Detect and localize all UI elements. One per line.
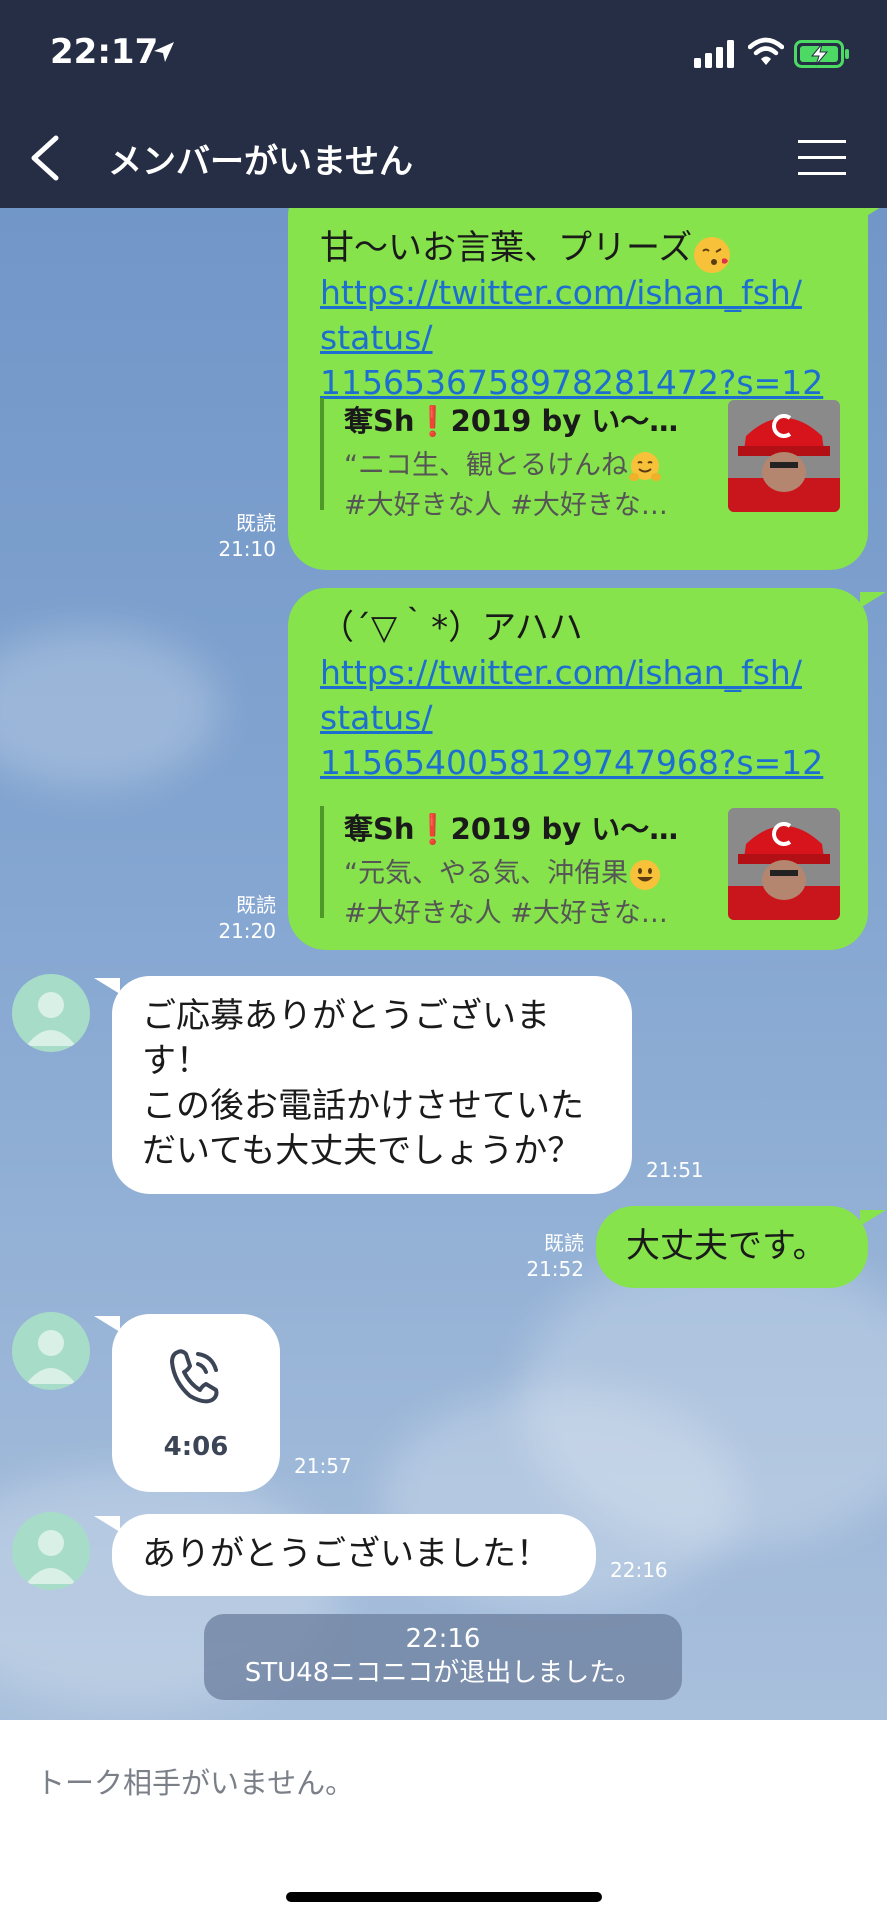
message-link[interactable]: status/	[320, 695, 860, 740]
outgoing-message-bubble[interactable]: （´▽｀*）アハハ https://twitter.com/ishan_fsh/…	[288, 588, 868, 950]
default-avatar-icon	[26, 992, 76, 1046]
message-meta: 既読 21:10	[200, 510, 276, 562]
call-message-bubble[interactable]: 4:06	[112, 1314, 280, 1492]
system-message-time: 22:16	[405, 1624, 481, 1654]
link-preview[interactable]: 奪Sh❗️2019 by い〜… “ニコ生、観とるけんね #大好きな人 #大好き…	[320, 398, 724, 521]
home-indicator[interactable]	[286, 1892, 602, 1902]
message-text: ありがとうございました！	[142, 1534, 550, 1574]
message-text: 大丈夫です。	[626, 1226, 827, 1266]
outgoing-message-bubble[interactable]: 大丈夫です。	[596, 1206, 868, 1288]
message-text: 甘〜いお言葉、プリーズ	[320, 228, 693, 268]
message-meta: 既読 21:20	[200, 892, 276, 944]
message-line: す！	[142, 1041, 210, 1081]
system-message-text: STU48ニコニコが退出しました。	[244, 1658, 642, 1688]
cloud-decoration	[0, 628, 220, 788]
bubble-tail	[94, 1316, 120, 1332]
message-meta: 既読 21:52	[508, 1230, 584, 1282]
message-line: ご応募ありがとうございま	[142, 996, 550, 1036]
bubble-tail	[860, 1210, 886, 1226]
chat-header: メンバーがいません	[0, 108, 887, 208]
avatar[interactable]	[12, 1312, 90, 1390]
hugging-face-emoji-icon	[629, 451, 661, 481]
message-time: 21:57	[294, 1454, 352, 1478]
message-link[interactable]: https://twitter.com/ishan_fsh/	[320, 270, 860, 315]
message-link[interactable]: https://twitter.com/ishan_fsh/	[320, 650, 860, 695]
message-time: 21:10	[218, 537, 276, 561]
message-time: 21:51	[646, 1158, 704, 1182]
signal-icon	[694, 40, 734, 68]
avatar[interactable]	[12, 974, 90, 1052]
outgoing-message-bubble[interactable]: 甘〜いお言葉、プリーズ https://twitter.com/ishan_fs…	[288, 208, 868, 570]
location-arrow-icon	[154, 42, 174, 62]
input-disabled-text: トーク相手がいません。	[36, 1766, 355, 1800]
message-link[interactable]: 1156540058129747968?s=12	[320, 740, 860, 785]
incoming-message-bubble[interactable]: ご応募ありがとうございま す！ この後お電話かけさせていた だいても大丈夫でしょ…	[112, 976, 632, 1194]
system-message: 22:16 STU48ニコニコが退出しました。	[204, 1614, 682, 1700]
input-bar: トーク相手がいません。	[0, 1720, 887, 1920]
avatar[interactable]	[12, 1512, 90, 1590]
message-line: だいても大丈夫でしょうか？	[142, 1131, 582, 1171]
message-time: 21:20	[218, 919, 276, 943]
preview-thumbnail	[728, 808, 840, 920]
bubble-tail	[94, 1516, 120, 1532]
default-avatar-icon	[26, 1530, 76, 1584]
message-time: 22:16	[610, 1558, 668, 1582]
back-chevron-icon[interactable]	[22, 130, 72, 186]
chat-title: メンバーがいません	[108, 142, 413, 182]
link-preview[interactable]: 奪Sh❗️2019 by い〜… “元気、やる気、沖侑果 #大好きな人 #大好き…	[320, 806, 724, 929]
preview-description: #大好きな人 #大好きな…	[344, 490, 668, 521]
message-time: 21:52	[526, 1257, 584, 1281]
read-receipt: 既読	[236, 511, 276, 535]
message-text: （´▽｀*）アハハ	[320, 608, 583, 648]
kissing-face-emoji-icon	[694, 236, 731, 273]
bubble-tail	[860, 592, 886, 608]
bubble-tail	[94, 978, 120, 994]
preview-description: #大好きな人 #大好きな…	[344, 898, 668, 929]
chat-area[interactable]: 甘〜いお言葉、プリーズ https://twitter.com/ishan_fs…	[0, 208, 887, 1720]
read-receipt: 既読	[236, 893, 276, 917]
menu-icon[interactable]	[796, 138, 848, 178]
smiling-face-emoji-icon	[630, 859, 660, 890]
bubble-tail	[860, 208, 886, 220]
battery-charging-icon	[794, 40, 849, 68]
preview-title: 奪Sh❗️2019 by い〜…	[344, 812, 679, 846]
incoming-message-bubble[interactable]: ありがとうございました！	[112, 1514, 596, 1596]
preview-title: 奪Sh❗️2019 by い〜…	[344, 404, 679, 438]
preview-description: “ニコ生、観とるけんね	[344, 450, 628, 481]
wifi-icon	[748, 37, 784, 65]
preview-thumbnail	[728, 400, 840, 512]
phone-call-icon	[170, 1349, 219, 1404]
default-avatar-icon	[26, 1330, 76, 1384]
call-duration: 4:06	[163, 1432, 229, 1462]
read-receipt: 既読	[544, 1231, 584, 1255]
status-time: 22:17	[50, 32, 159, 72]
status-bar: 22:17	[0, 0, 887, 108]
message-link[interactable]: status/	[320, 315, 860, 360]
preview-description: “元気、やる気、沖侑果	[344, 858, 628, 889]
message-line: この後お電話かけさせていた	[142, 1086, 584, 1126]
